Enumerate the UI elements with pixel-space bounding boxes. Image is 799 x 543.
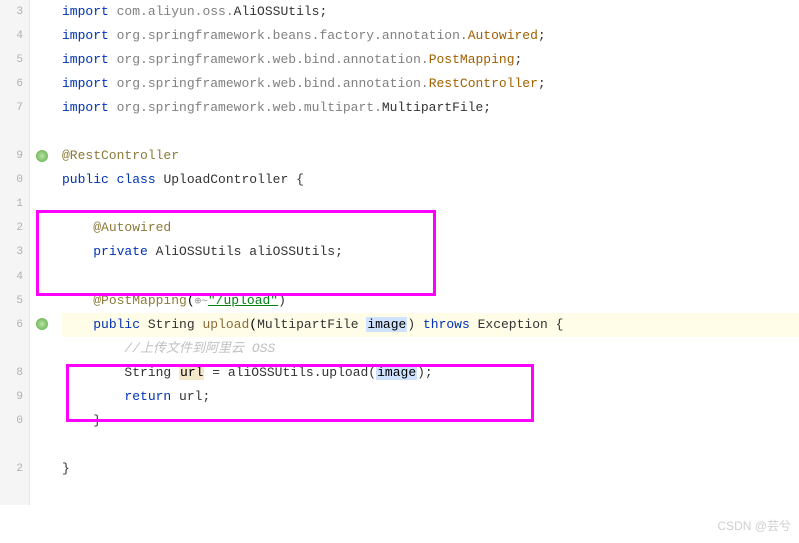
- code-line[interactable]: [62, 265, 799, 289]
- gutter-row: [0, 481, 23, 505]
- code-line[interactable]: private AliOSSUtils aliOSSUtils;: [62, 240, 799, 264]
- gutter-row: 0: [0, 409, 23, 433]
- code-line[interactable]: import org.springframework.beans.factory…: [62, 24, 799, 48]
- code-line[interactable]: return url;: [62, 385, 799, 409]
- code-line[interactable]: import org.springframework.web.multipart…: [62, 96, 799, 120]
- gutter-icons: [30, 0, 56, 505]
- gutter-row: [0, 120, 23, 144]
- code-line[interactable]: @PostMapping(⊕~"/upload"): [62, 289, 799, 313]
- code-line[interactable]: [62, 433, 799, 457]
- gutter-row: [0, 433, 23, 457]
- code-area[interactable]: import com.aliyun.oss.AliOSSUtils; impor…: [56, 0, 799, 505]
- gutter-row: 7: [0, 96, 23, 120]
- code-line[interactable]: @Autowired: [62, 216, 799, 240]
- code-line[interactable]: import com.aliyun.oss.AliOSSUtils;: [62, 0, 799, 24]
- selected-identifier[interactable]: image: [366, 317, 407, 332]
- code-line[interactable]: String url = aliOSSUtils.upload(image);: [62, 361, 799, 385]
- code-line[interactable]: public String upload(MultipartFile image…: [62, 313, 799, 337]
- gutter-row: 6: [0, 313, 23, 337]
- gutter-row: 9: [0, 144, 23, 168]
- gutter-row: 2: [0, 457, 23, 481]
- gutter-row: 6: [0, 72, 23, 96]
- run-gutter-icon[interactable]: [36, 150, 48, 162]
- endpoint-gutter-icon[interactable]: ⊕~: [195, 296, 208, 308]
- gutter-row: 3: [0, 240, 23, 264]
- gutter-row: 2: [0, 216, 23, 240]
- gutter-row: 1: [0, 192, 23, 216]
- code-line[interactable]: }: [62, 457, 799, 481]
- code-line[interactable]: }: [62, 409, 799, 433]
- gutter-row: 0: [0, 168, 23, 192]
- watermark: CSDN @芸兮: [717, 515, 791, 537]
- code-line[interactable]: import org.springframework.web.bind.anno…: [62, 48, 799, 72]
- run-gutter-icon[interactable]: [36, 318, 48, 330]
- gutter-row: 4: [0, 265, 23, 289]
- gutter-row: 5: [0, 289, 23, 313]
- line-gutter: 3 4 5 6 7 9 0 1 2 3 4 5 6 8 9 0 2: [0, 0, 30, 505]
- gutter-row: 8: [0, 361, 23, 385]
- code-editor: 3 4 5 6 7 9 0 1 2 3 4 5 6 8 9 0 2 import…: [0, 0, 799, 505]
- code-line[interactable]: [62, 192, 799, 216]
- gutter-row: 4: [0, 24, 23, 48]
- code-line[interactable]: //上传文件到阿里云 OSS: [62, 337, 799, 361]
- code-line[interactable]: @RestController: [62, 144, 799, 168]
- gutter-row: 9: [0, 385, 23, 409]
- code-line[interactable]: public class UploadController {: [62, 168, 799, 192]
- gutter-row: 3: [0, 0, 23, 24]
- gutter-row: [0, 337, 23, 361]
- gutter-row: 5: [0, 48, 23, 72]
- code-line[interactable]: import org.springframework.web.bind.anno…: [62, 72, 799, 96]
- code-line[interactable]: [62, 120, 799, 144]
